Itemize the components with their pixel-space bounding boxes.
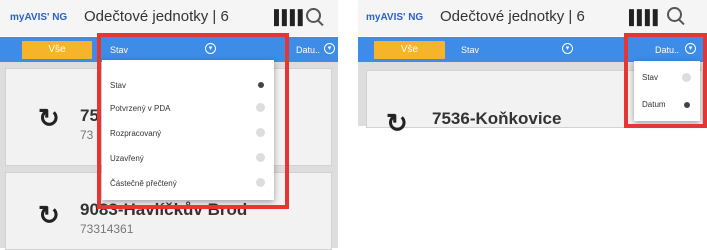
- right-tab-all[interactable]: Vše: [374, 41, 445, 59]
- right-filter-state-label[interactable]: Stav: [461, 45, 479, 55]
- right-card-1-refresh-icon[interactable]: ↻: [386, 108, 408, 139]
- left-card-1-refresh-icon[interactable]: ↻: [38, 103, 60, 134]
- left-search-icon[interactable]: [306, 8, 321, 23]
- left-filter-date-chevron-icon[interactable]: ▾: [324, 43, 335, 54]
- right-filter-state-chevron-icon[interactable]: ▾: [562, 43, 573, 54]
- right-search-icon[interactable]: [667, 7, 682, 22]
- left-card-2-refresh-icon[interactable]: ↻: [38, 200, 60, 231]
- left-brand-logo: myAVIS' NG: [10, 12, 68, 23]
- right-barcode-icon[interactable]: ▌▌▌▌: [629, 9, 663, 25]
- right-card-1-number: 7536-Koňkovice: [432, 109, 562, 128]
- right-page-title: Odečtové jednotky | 6: [440, 8, 585, 25]
- left-barcode-icon[interactable]: ▌▌▌▌: [274, 9, 308, 25]
- left-highlight-box: [97, 33, 289, 209]
- right-highlight-box: [624, 33, 707, 128]
- left-page-title: Odečtové jednotky | 6: [84, 8, 229, 25]
- right-brand-logo: myAVIS' NG: [366, 12, 424, 23]
- left-tab-all[interactable]: Vše: [22, 41, 92, 59]
- left-filter-date-label[interactable]: Datu..: [296, 45, 320, 55]
- left-card-2-sub: 73314361: [80, 222, 134, 236]
- left-card-1-sub: 73: [80, 128, 94, 142]
